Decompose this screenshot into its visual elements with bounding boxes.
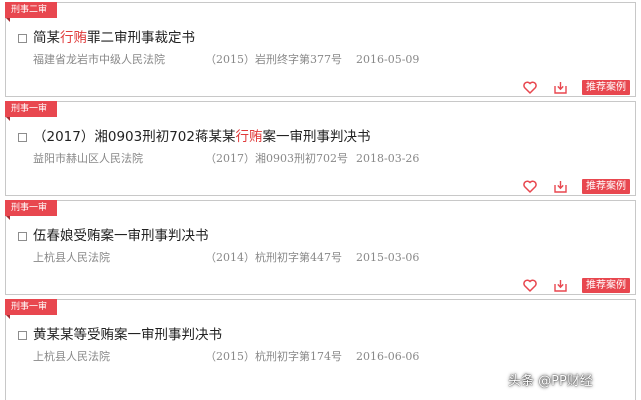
card-actions: 推荐案例 <box>522 277 630 293</box>
title-highlight: 行贿 <box>235 129 263 145</box>
download-icon[interactable] <box>552 79 568 95</box>
title-text: 罪二审刑事裁定书 <box>87 30 195 46</box>
select-checkbox[interactable] <box>18 133 27 142</box>
tag-fold <box>6 18 10 22</box>
case-number: （2014）杭刑初字第447号 <box>205 251 342 264</box>
case-list: 刑事二审 简某行贿罪二审刑事裁定书 福建省龙岩市中级人民法院 （2015）岩刑终字… <box>0 0 641 400</box>
card-actions: 推荐案例 <box>522 178 630 194</box>
tag-fold <box>6 315 10 319</box>
case-card: 刑事一审 （2017）湘0903刑初702蒋某某行贿案一审刑事判决书 益阳市赫山… <box>5 101 636 196</box>
case-meta: 上杭县人民法院 （2015）杭刑初字第174号 2016-06-06 <box>33 349 419 365</box>
download-icon[interactable] <box>552 277 568 293</box>
title-text: （2017）湘0903刑初702蒋某某 <box>33 129 236 145</box>
source-watermark: 头条 @PP财经 <box>508 374 593 389</box>
case-card: 刑事一审 伍春娘受贿案一审刑事判决书 上杭县人民法院 （2014）杭刑初字第447… <box>5 200 636 295</box>
title-text: 案一审刑事判决书 <box>262 129 371 145</box>
case-title-link[interactable]: 伍春娘受贿案一审刑事判决书 <box>33 227 625 245</box>
judgment-date: 2018-03-26 <box>356 152 420 165</box>
case-type-tag: 刑事二审 <box>5 2 58 18</box>
title-text: 伍春娘受贿案一审刑事判决书 <box>33 228 209 244</box>
title-text: 简某 <box>33 30 60 46</box>
case-title-link[interactable]: 黄某某等受贿案一审刑事判决书 <box>33 326 625 344</box>
select-checkbox[interactable] <box>18 34 27 43</box>
judgment-date: 2016-05-09 <box>356 53 420 66</box>
case-card: 刑事二审 简某行贿罪二审刑事裁定书 福建省龙岩市中级人民法院 （2015）岩刑终字… <box>5 2 636 97</box>
case-title-link[interactable]: （2017）湘0903刑初702蒋某某行贿案一审刑事判决书 <box>33 128 625 146</box>
tag-fold <box>6 117 10 121</box>
case-number: （2015）杭刑初字第174号 <box>205 350 342 363</box>
heart-icon[interactable] <box>522 79 538 95</box>
case-type-tag: 刑事一审 <box>5 200 58 216</box>
case-meta: 上杭县人民法院 （2014）杭刑初字第447号 2015-03-06 <box>33 250 419 266</box>
case-type-tag: 刑事一审 <box>5 299 58 315</box>
case-meta: 益阳市赫山区人民法院 （2017）湘0903刑初702号 2018-03-26 <box>33 151 419 167</box>
case-number: （2017）湘0903刑初702号 <box>205 152 348 165</box>
title-text: 黄某某等受贿案一审刑事判决书 <box>33 327 222 343</box>
card-actions: 推荐案例 <box>522 79 630 95</box>
court-name: 上杭县人民法院 <box>33 350 110 363</box>
case-type-tag: 刑事一审 <box>5 101 58 117</box>
judgment-date: 2016-06-06 <box>356 350 420 363</box>
title-highlight: 行贿 <box>60 30 87 46</box>
case-title-link[interactable]: 简某行贿罪二审刑事裁定书 <box>33 29 625 47</box>
heart-icon[interactable] <box>522 178 538 194</box>
recommend-case-button[interactable]: 推荐案例 <box>582 277 630 293</box>
recommend-case-button[interactable]: 推荐案例 <box>582 178 630 194</box>
court-name: 福建省龙岩市中级人民法院 <box>33 53 165 66</box>
judgment-date: 2015-03-06 <box>356 251 420 264</box>
court-name: 益阳市赫山区人民法院 <box>33 152 143 165</box>
case-number: （2015）岩刑终字第377号 <box>205 53 342 66</box>
select-checkbox[interactable] <box>18 232 27 241</box>
tag-fold <box>6 216 10 220</box>
case-meta: 福建省龙岩市中级人民法院 （2015）岩刑终字第377号 2016-05-09 <box>33 52 419 68</box>
court-name: 上杭县人民法院 <box>33 251 110 264</box>
download-icon[interactable] <box>552 178 568 194</box>
heart-icon[interactable] <box>522 277 538 293</box>
recommend-case-button[interactable]: 推荐案例 <box>582 79 630 95</box>
select-checkbox[interactable] <box>18 331 27 340</box>
